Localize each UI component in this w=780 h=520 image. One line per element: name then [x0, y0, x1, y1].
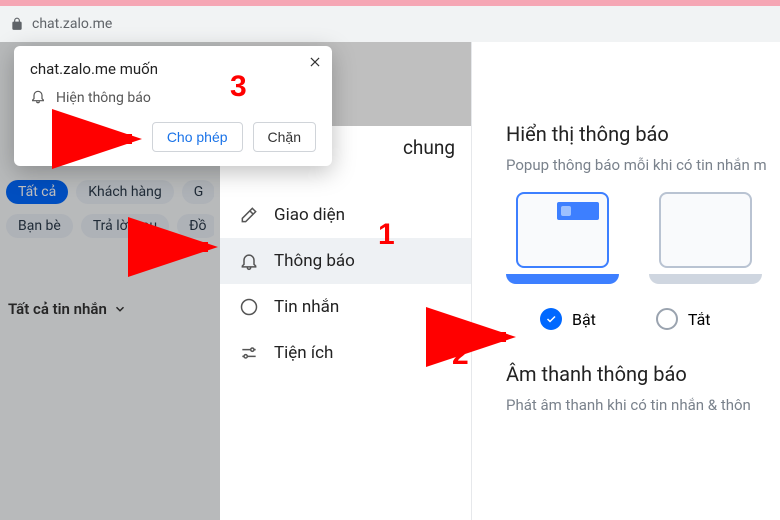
close-icon[interactable]: [308, 54, 322, 73]
annotation-arrow-1: [134, 232, 224, 262]
permission-option: Hiện thông báo: [56, 90, 151, 106]
radio-unchecked-icon: [656, 308, 678, 330]
section-title-display: Hiển thị thông báo: [506, 122, 762, 146]
nav-item-messages[interactable]: Tin nhắn: [220, 284, 471, 330]
nav-item-utilities[interactable]: Tiện ích: [220, 330, 471, 376]
block-button[interactable]: Chặn: [253, 122, 316, 152]
radio-off[interactable]: Tắt: [656, 308, 711, 330]
preview-off[interactable]: [649, 192, 762, 288]
section-sub-display: Popup thông báo mỗi khi có tin nhắn m: [506, 156, 762, 174]
bell-icon: [238, 250, 260, 272]
radio-off-label: Tắt: [688, 310, 711, 329]
bell-icon: [30, 88, 46, 108]
permission-title: chat.zalo.me muốn: [30, 60, 316, 78]
nav-label: Tiện ích: [274, 343, 333, 363]
radio-checked-icon: [540, 308, 562, 330]
radio-on-label: Bật: [572, 310, 596, 329]
settings-header-partial: chung: [403, 136, 455, 159]
annotation-number-3: 3: [230, 70, 247, 104]
chat-icon: [238, 296, 260, 318]
annotation-number-1: 1: [378, 218, 395, 252]
sliders-icon: [238, 342, 260, 364]
allow-button[interactable]: Cho phép: [152, 122, 243, 152]
nav-item-interface[interactable]: Giao diện: [220, 192, 471, 238]
preview-on[interactable]: [506, 192, 619, 288]
settings-content: Hiển thị thông báo Popup thông báo mỗi k…: [472, 42, 780, 520]
nav-label: Giao diện: [274, 205, 345, 225]
nav-label: Thông báo: [274, 251, 355, 271]
section-sub-sound: Phát âm thanh khi có tin nhắn & thôn: [506, 396, 762, 414]
address-bar: chat.zalo.me: [0, 6, 780, 42]
edit-icon: [238, 204, 260, 226]
url-text: chat.zalo.me: [32, 16, 112, 32]
nav-label: Tin nhắn: [274, 297, 339, 317]
nav-item-notifications[interactable]: Thông báo: [220, 238, 471, 284]
radio-on[interactable]: Bật: [540, 308, 596, 330]
section-title-sound: Âm thanh thông báo: [506, 362, 762, 386]
lock-icon: [10, 17, 24, 31]
annotation-number-2: 2: [452, 338, 469, 372]
annotation-arrow-3: [52, 124, 148, 154]
